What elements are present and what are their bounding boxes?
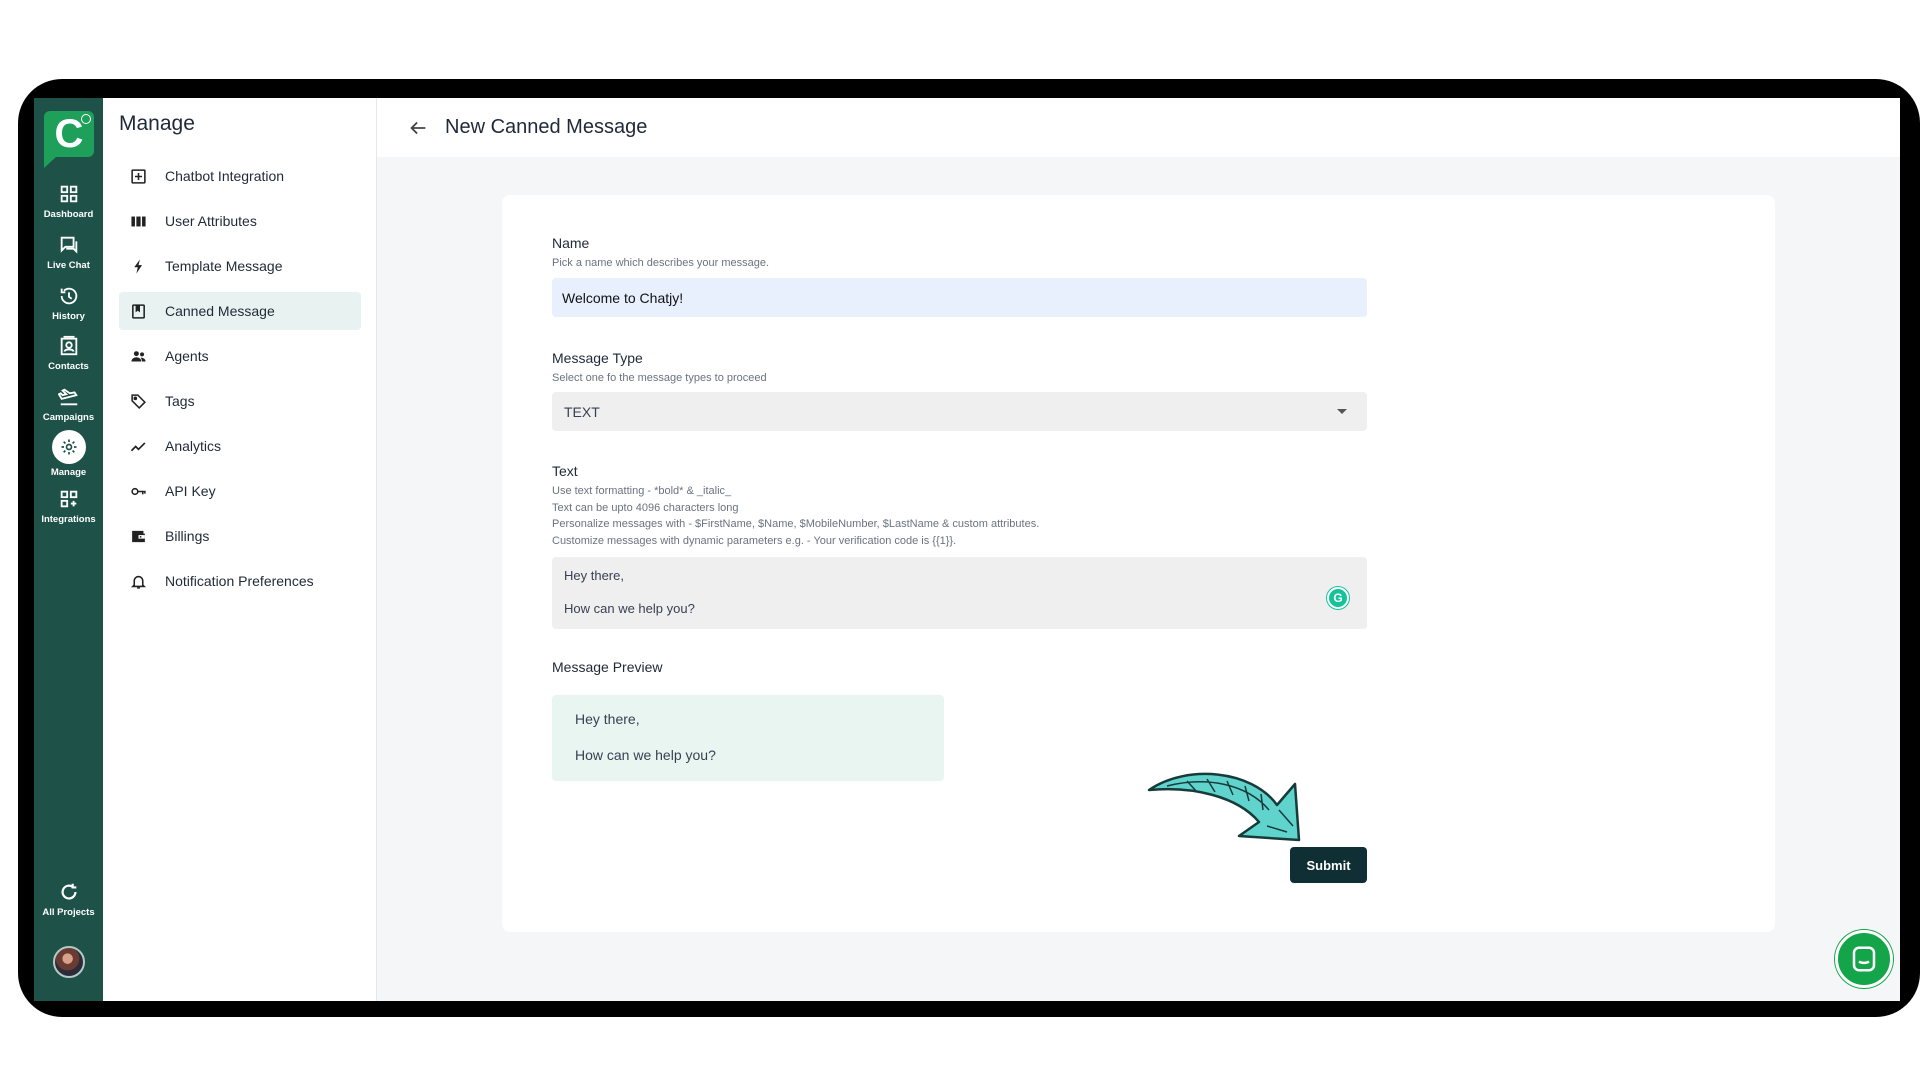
menu-item-label: User Attributes (165, 213, 257, 229)
chat-support-button[interactable] (1835, 930, 1893, 988)
menu-item-label: Template Message (165, 258, 283, 274)
rail-item-contacts[interactable]: Contacts (34, 335, 103, 372)
menu-item-analytics[interactable]: Analytics (119, 427, 361, 465)
chat-bubble-icon (1852, 946, 1876, 972)
rail-item-live-chat[interactable]: Live Chat (34, 234, 103, 271)
menu-item-canned-message[interactable]: Canned Message (119, 292, 361, 330)
bookmark-box-icon (129, 302, 147, 320)
menu-item-agents[interactable]: Agents (119, 337, 361, 375)
rail-item-label: Campaigns (42, 412, 95, 423)
menu-item-label: Notification Preferences (165, 573, 314, 589)
main-content: New Canned Message Name Pick a name whic… (377, 98, 1900, 1001)
message-type-hint: Select one fo the message types to proce… (552, 372, 767, 384)
rail-item-label: All Projects (42, 907, 95, 918)
bell-icon (129, 572, 147, 590)
text-hint-personalize: Personalize messages with - $FirstName, … (552, 518, 1040, 530)
preview-line: How can we help you? (575, 747, 716, 763)
dashboard-icon (58, 183, 80, 205)
projects-loop-icon (58, 881, 80, 903)
menu-item-billings[interactable]: Billings (119, 517, 361, 555)
menu-item-notification-preferences[interactable]: Notification Preferences (119, 562, 361, 600)
menu-item-label: Tags (165, 393, 195, 409)
name-input[interactable] (552, 278, 1367, 317)
message-type-value: TEXT (564, 403, 600, 420)
pointer-arrow-icon (1147, 772, 1301, 842)
campaigns-icon (57, 386, 80, 408)
menu-item-label: Agents (165, 348, 209, 364)
rail-item-label: Integrations (41, 514, 96, 525)
menu-item-label: Analytics (165, 438, 222, 454)
avatar[interactable] (53, 946, 85, 978)
menu-item-label: Canned Message (165, 303, 275, 319)
people-icon (129, 347, 147, 365)
columns-icon (129, 212, 147, 230)
manage-menu: Manage Chatbot Integration User Attribut… (103, 98, 377, 1001)
submit-button[interactable]: Submit (1290, 847, 1367, 883)
name-hint: Pick a name which describes your message… (552, 257, 770, 269)
rail-item-label: History (52, 311, 85, 322)
plus-box-icon (129, 167, 147, 185)
message-preview-label: Message Preview (552, 659, 663, 675)
canned-message-form: Name Pick a name which describes your me… (502, 195, 1775, 932)
page-header: New Canned Message (377, 98, 1900, 157)
name-label: Name (552, 235, 590, 251)
tag-icon (129, 392, 147, 410)
settings-icon (51, 430, 86, 464)
menu-item-user-attributes[interactable]: User Attributes (119, 202, 361, 240)
text-hint-length: Text can be upto 4096 characters long (552, 501, 739, 514)
rail-item-campaigns[interactable]: Campaigns (34, 386, 103, 423)
chatjy-logo-icon[interactable]: C (44, 111, 94, 168)
wallet-icon (129, 527, 147, 545)
manage-title: Manage (119, 112, 195, 135)
rail-item-dashboard[interactable]: Dashboard (34, 183, 103, 220)
rail-item-label: Manage (50, 467, 87, 478)
menu-item-api-key[interactable]: API Key (119, 472, 361, 510)
menu-item-label: API Key (165, 483, 216, 499)
preview-line: Hey there, (575, 711, 640, 727)
contacts-icon (58, 335, 80, 357)
rail-item-manage[interactable]: Manage (34, 430, 103, 478)
rail-item-label: Live Chat (47, 260, 90, 271)
rail-item-history[interactable]: History (34, 285, 103, 322)
text-hint-dynamic: Customize messages with dynamic paramete… (552, 534, 957, 547)
text-hint-formatting: Use text formatting - *bold* & _italic_ (552, 485, 732, 497)
trend-icon (129, 437, 147, 455)
key-icon (129, 482, 147, 500)
chat-icon (58, 234, 80, 256)
rail-item-label: Dashboard (43, 209, 94, 220)
rail-item-all-projects[interactable]: All Projects (34, 881, 103, 918)
message-preview-bubble: Hey there, How can we help you? (552, 695, 944, 781)
bolt-icon (129, 257, 147, 275)
rail-item-integrations[interactable]: Integrations (34, 488, 103, 525)
message-type-label: Message Type (552, 350, 643, 366)
integrations-icon (58, 488, 80, 510)
text-input[interactable]: Hey there, How can we help you? G (552, 557, 1367, 629)
back-arrow-icon[interactable] (407, 117, 429, 139)
text-line: How can we help you? (564, 601, 695, 616)
caret-down-icon (1337, 409, 1347, 414)
message-type-select[interactable]: TEXT (552, 392, 1367, 431)
rail-item-label: Contacts (48, 361, 89, 372)
page-title: New Canned Message (445, 116, 648, 138)
menu-item-label: Chatbot Integration (165, 168, 285, 184)
grammarly-icon[interactable]: G (1327, 587, 1349, 609)
icon-rail: C Dashboard Live Chat History Contacts C… (34, 98, 103, 1001)
menu-item-template-message[interactable]: Template Message (119, 247, 361, 285)
menu-item-tags[interactable]: Tags (119, 382, 361, 420)
menu-item-chatbot-integration[interactable]: Chatbot Integration (119, 157, 361, 195)
app-window: C Dashboard Live Chat History Contacts C… (34, 98, 1900, 1001)
text-label: Text (552, 463, 578, 479)
menu-item-label: Billings (165, 528, 210, 544)
text-line: Hey there, (564, 568, 624, 583)
history-icon (58, 285, 80, 307)
